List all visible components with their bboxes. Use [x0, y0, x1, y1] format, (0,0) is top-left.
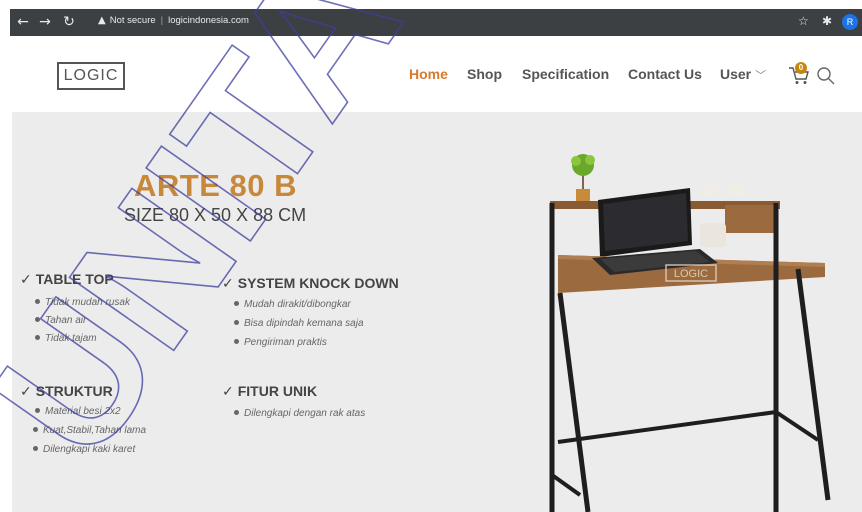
checkmark-icon: ✓ — [20, 272, 32, 288]
site-header: LOGIC Home Shop Specification Contact Us… — [0, 40, 862, 112]
feature-bullet-text: Kuat,Stabil,Tahan lama — [43, 425, 147, 436]
feature-bullet-text: Pengiriman praktis — [244, 337, 327, 348]
bullet-dot-icon — [33, 426, 38, 432]
bullet-dot-icon — [35, 334, 40, 340]
feature-bullet: Pengiriman praktis — [234, 337, 327, 348]
feature-bullet: Dilengkapi kaki karet — [33, 444, 135, 455]
feature-bullet: Tidak mudah rusak — [35, 297, 130, 308]
profile-avatar[interactable]: R — [842, 14, 858, 30]
feature-bullet-text: Bisa dipindah kemana saja — [244, 318, 364, 329]
feature-bullet-text: Material besi 2x2 — [45, 406, 121, 417]
feature-bullet: Bisa dipindah kemana saja — [234, 318, 364, 329]
site-logo[interactable]: LOGIC — [57, 62, 125, 90]
checkmark-icon: ✓ — [222, 384, 234, 400]
nav-shop[interactable]: Shop — [467, 66, 502, 82]
feature-bullet-text: Dilengkapi kaki karet — [43, 444, 136, 455]
address-bar[interactable]: ▲ Not secure | logicindonesia.com — [98, 15, 249, 26]
bullet-dot-icon — [234, 319, 239, 325]
address-separator: | — [160, 15, 164, 26]
product-title: ARTE 80 B — [134, 168, 297, 203]
feature-bullet: Tidak tajam — [35, 333, 97, 344]
feature-bullet: Mudah dirakit/dibongkar — [234, 299, 351, 310]
chevron-down-icon: ﹀ — [755, 70, 767, 82]
feature-heading-label: STRUKTUR — [35, 383, 113, 399]
bookmark-star-icon[interactable]: ☆ — [798, 14, 809, 28]
nav-home[interactable]: Home — [409, 66, 448, 82]
cart-count-badge: 0 — [795, 62, 807, 74]
nav-user-label: User — [720, 66, 752, 82]
forward-arrow-icon[interactable]: → — [36, 13, 54, 31]
reload-icon[interactable]: ↻ — [60, 13, 78, 31]
feature-bullet: Tahan air — [35, 315, 86, 326]
extensions-puzzle-icon[interactable]: ✱ — [822, 14, 832, 28]
back-arrow-icon[interactable]: ← — [14, 13, 32, 31]
security-label: Not secure — [109, 15, 156, 26]
bullet-dot-icon — [35, 316, 40, 322]
url-text: logicindonesia.com — [168, 15, 249, 26]
desk-logo-watermark: LOGIC — [674, 268, 708, 280]
feature-bullet-text: Tidak tajam — [45, 333, 97, 344]
feature-heading-label: SYSTEM KNOCK DOWN — [237, 275, 399, 291]
bullet-dot-icon — [33, 445, 38, 451]
warning-icon: ▲ — [98, 15, 106, 26]
feature-bullet: Dilengkapi dengan rak atas — [234, 408, 365, 419]
feature-heading-fitur-unik: ✓ FITUR UNIK — [222, 383, 317, 400]
nav-user[interactable]: User ﹀ — [720, 66, 766, 83]
feature-heading-table-top: ✓ TABLE TOP — [20, 271, 114, 288]
bullet-dot-icon — [234, 338, 239, 344]
feature-heading-struktur: ✓ STRUKTUR — [20, 383, 113, 400]
browser-chrome: ← → ↻ ▲ Not secure | logicindonesia.com ☆ ✱… — [0, 0, 862, 40]
bullet-dot-icon — [35, 407, 40, 413]
feature-bullet: Material besi 2x2 — [35, 406, 121, 417]
feature-heading-label: FITUR UNIK — [237, 383, 318, 399]
browser-toolbar: ← → ↻ ▲ Not secure | logicindonesia.com ☆ ✱… — [10, 9, 862, 36]
checkmark-icon: ✓ — [20, 384, 32, 400]
bullet-dot-icon — [35, 298, 40, 304]
feature-bullet-text: Dilengkapi dengan rak atas — [244, 408, 366, 419]
feature-bullet-text: Tahan air — [45, 315, 87, 326]
product-desk-image: LOGIC — [549, 154, 831, 512]
bullet-dot-icon — [234, 409, 239, 415]
product-size: SIZE 80 X 50 X 88 CM — [124, 205, 307, 225]
feature-heading-system-knock-down: ✓ SYSTEM KNOCK DOWN — [222, 275, 399, 292]
search-icon[interactable] — [816, 66, 836, 86]
checkmark-icon: ✓ — [222, 276, 234, 292]
nav-contact-us[interactable]: Contact Us — [628, 66, 702, 82]
feature-bullet: Kuat,Stabil,Tahan lama — [33, 425, 146, 436]
feature-bullet-text: Mudah dirakit/dibongkar — [244, 299, 351, 310]
feature-heading-label: TABLE TOP — [35, 271, 114, 287]
nav-specification[interactable]: Specification — [522, 66, 609, 82]
feature-bullet-text: Tidak mudah rusak — [45, 297, 130, 308]
bullet-dot-icon — [234, 300, 239, 306]
